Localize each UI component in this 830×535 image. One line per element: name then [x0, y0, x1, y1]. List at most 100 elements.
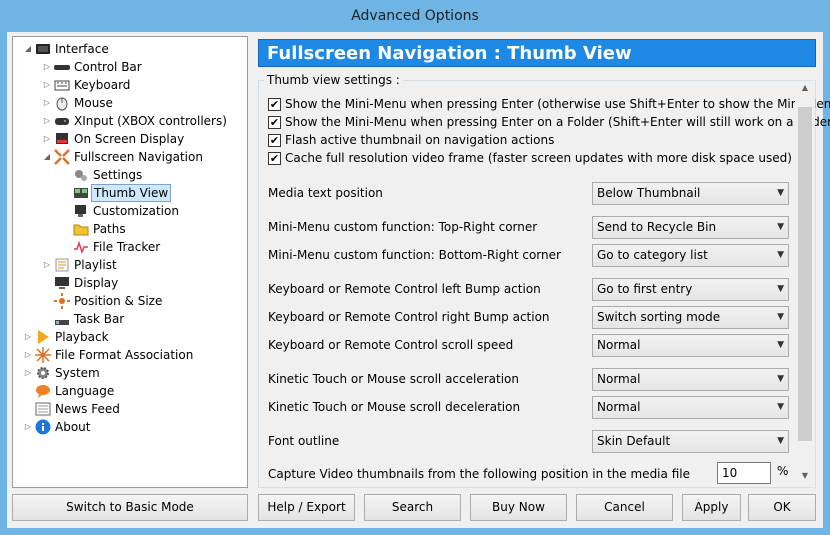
tree-item-label: Fullscreen Navigation	[74, 150, 203, 164]
search-button[interactable]: Search	[364, 494, 461, 521]
keyboard-or-remote-control-scroll-speed-dropdown[interactable]: Normal ▼	[592, 334, 789, 357]
chevron-down-icon: ▼	[777, 284, 784, 294]
scroll-up-arrow-icon[interactable]: ▲	[795, 83, 815, 97]
expand-arrow-icon[interactable]: ▷	[42, 130, 52, 148]
thumb-view-icon	[73, 185, 89, 201]
collapse-arrow-icon[interactable]: ◢	[42, 148, 52, 166]
tree-item-about[interactable]: ▷ About	[13, 418, 247, 436]
gamepad-icon	[54, 113, 70, 129]
tree-item-label: Display	[74, 276, 119, 290]
tree-item-label: Keyboard	[74, 78, 131, 92]
gear-icon	[35, 365, 51, 381]
tree-item-settings[interactable]: Settings	[13, 166, 247, 184]
expand-arrow-icon[interactable]: ▷	[42, 76, 52, 94]
tree-item-label: File Tracker	[93, 240, 161, 254]
apply-button[interactable]: Apply	[682, 494, 741, 521]
media-text-position-dropdown[interactable]: Below Thumbnail ▼	[592, 182, 789, 205]
tree-item-mouse[interactable]: ▷ Mouse	[13, 94, 247, 112]
tree-item-keyboard[interactable]: ▷ Keyboard	[13, 76, 247, 94]
scroll-thumb[interactable]	[798, 107, 812, 441]
expand-arrow-icon[interactable]: ▷	[23, 346, 33, 364]
dropdown-value: Send to Recycle Bin	[597, 220, 717, 234]
tree-item-label: Interface	[55, 42, 109, 56]
options-tree[interactable]: ◢ Interface ▷ Control Bar ▷ Keyboard ▷ Mouse ▷ XI…	[12, 36, 248, 488]
keyboard-or-remote-control-right-bump-action-dropdown[interactable]: Switch sorting mode ▼	[592, 306, 789, 329]
checkbox-label: Flash active thumbnail on navigation act…	[285, 133, 555, 147]
tree-item-playlist[interactable]: ▷ Playlist	[13, 256, 247, 274]
mini-menu-custom-function-top-right-corner-label: Mini-Menu custom function: Top-Right cor…	[268, 220, 538, 234]
expand-arrow-icon[interactable]: ▷	[23, 418, 33, 436]
help-export-button[interactable]: Help / Export	[258, 494, 355, 521]
kinetic-touch-or-mouse-scroll-deceleration-dropdown[interactable]: Normal ▼	[592, 396, 789, 419]
checkbox-label: Show the Mini-Menu when pressing Enter o…	[285, 115, 830, 129]
ok-button[interactable]: OK	[748, 494, 816, 521]
playback-icon	[35, 329, 51, 345]
page-title: Fullscreen Navigation : Thumb View	[258, 39, 816, 67]
dialog-client-area: ◢ Interface ▷ Control Bar ▷ Keyboard ▷ Mouse ▷ XI…	[7, 32, 830, 528]
chevron-down-icon: ▼	[777, 222, 784, 232]
tree-item-system[interactable]: ▷ System	[13, 364, 247, 382]
collapse-arrow-icon[interactable]: ◢	[23, 40, 33, 58]
settings-scrollbar[interactable]: ▲ ▼	[795, 81, 815, 487]
scroll-down-arrow-icon[interactable]: ▼	[795, 471, 815, 485]
window-title: Advanced Options	[351, 8, 479, 24]
tree-item-label: Mouse	[74, 96, 113, 110]
tree-item-file-tracker[interactable]: File Tracker	[13, 238, 247, 256]
chevron-down-icon: ▼	[777, 436, 784, 446]
group-legend: Thumb view settings :	[264, 73, 403, 87]
tree-item-on-screen-display[interactable]: ▷ On Screen Display	[13, 130, 247, 148]
tree-item-language[interactable]: Language	[13, 382, 247, 400]
expand-arrow-icon[interactable]: ▷	[23, 328, 33, 346]
dropdown-value: Skin Default	[597, 434, 671, 448]
checkbox[interactable]: ✔	[268, 134, 281, 147]
tree-item-fullscreen-navigation[interactable]: ◢ Fullscreen Navigation	[13, 148, 247, 166]
tree-item-display[interactable]: Display	[13, 274, 247, 292]
expand-arrow-icon[interactable]: ▷	[42, 94, 52, 112]
mouse-icon	[54, 95, 70, 111]
tree-item-interface[interactable]: ◢ Interface	[13, 40, 247, 58]
tree-item-thumb-view[interactable]: Thumb View	[13, 184, 247, 202]
capture-position-label: Capture Video thumbnails from the follow…	[268, 467, 690, 481]
tree-item-file-format-association[interactable]: ▷ File Format Association	[13, 346, 247, 364]
font-outline-label: Font outline	[268, 434, 340, 448]
tree-item-label: XInput (XBOX controllers)	[74, 114, 227, 128]
percent-unit: %	[777, 464, 789, 478]
tree-item-label: Control Bar	[74, 60, 142, 74]
settings-icon	[73, 167, 89, 183]
keyboard-or-remote-control-left-bump-action-label: Keyboard or Remote Control left Bump act…	[268, 282, 541, 296]
capture-position-input[interactable]: 10	[717, 462, 771, 484]
checkbox[interactable]: ✔	[268, 98, 281, 111]
expand-arrow-icon[interactable]: ▷	[42, 58, 52, 76]
kinetic-touch-or-mouse-scroll-acceleration-dropdown[interactable]: Normal ▼	[592, 368, 789, 391]
control-bar-icon	[54, 59, 70, 75]
tree-item-label: Position & Size	[74, 294, 163, 308]
chevron-down-icon: ▼	[777, 250, 784, 260]
buy-now-button[interactable]: Buy Now	[470, 494, 567, 521]
tree-item-label: About	[55, 420, 91, 434]
keyboard-or-remote-control-left-bump-action-dropdown[interactable]: Go to first entry ▼	[592, 278, 789, 301]
tree-item-task-bar[interactable]: Task Bar	[13, 310, 247, 328]
tree-item-news-feed[interactable]: News Feed	[13, 400, 247, 418]
tree-item-xinput-xbox-controllers[interactable]: ▷ XInput (XBOX controllers)	[13, 112, 247, 130]
checkbox[interactable]: ✔	[268, 152, 281, 165]
chevron-down-icon: ▼	[777, 340, 784, 350]
tree-item-playback[interactable]: ▷ Playback	[13, 328, 247, 346]
dropdown-value: Go to first entry	[597, 282, 693, 296]
tree-item-position-size[interactable]: Position & Size	[13, 292, 247, 310]
fullscreen-icon	[54, 149, 70, 165]
tree-item-control-bar[interactable]: ▷ Control Bar	[13, 58, 247, 76]
folder-icon	[73, 221, 89, 237]
tree-item-customization[interactable]: Customization	[13, 202, 247, 220]
chevron-down-icon: ▼	[777, 402, 784, 412]
info-icon	[35, 419, 51, 435]
font-outline-dropdown[interactable]: Skin Default ▼	[592, 430, 789, 453]
tree-item-paths[interactable]: Paths	[13, 220, 247, 238]
checkbox[interactable]: ✔	[268, 116, 281, 129]
expand-arrow-icon[interactable]: ▷	[42, 112, 52, 130]
mini-menu-custom-function-top-right-corner-dropdown[interactable]: Send to Recycle Bin ▼	[592, 216, 789, 239]
cancel-button[interactable]: Cancel	[576, 494, 673, 521]
expand-arrow-icon[interactable]: ▷	[42, 256, 52, 274]
expand-arrow-icon[interactable]: ▷	[23, 364, 33, 382]
switch-basic-mode-button[interactable]: Switch to Basic Mode	[12, 494, 248, 521]
mini-menu-custom-function-bottom-right-corner-dropdown[interactable]: Go to category list ▼	[592, 244, 789, 267]
